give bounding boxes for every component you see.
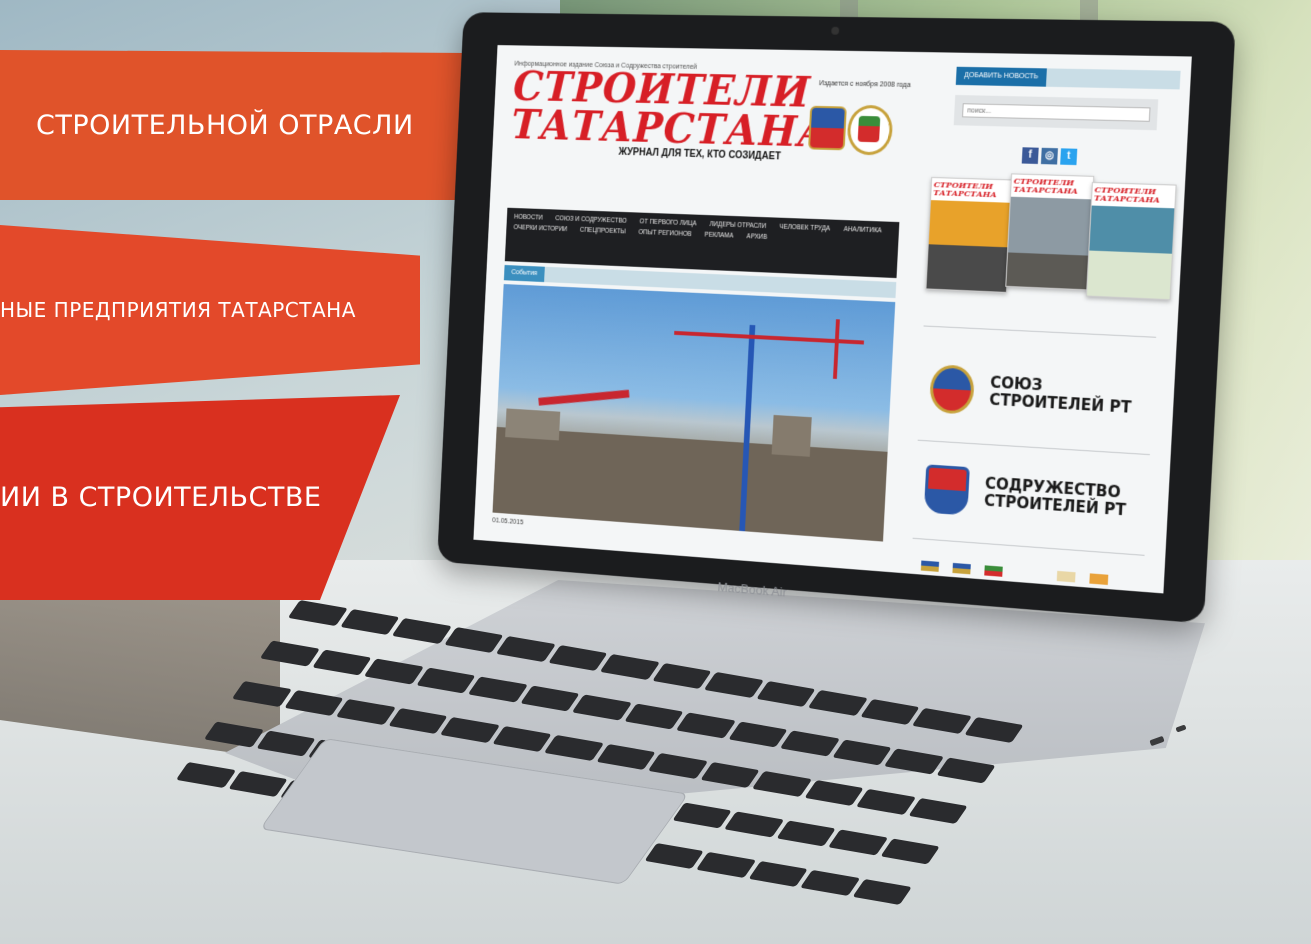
sidebar: Добавить новость f ◎ t СТРОИТЕЛИ ТАТАРСТ… bbox=[911, 66, 1181, 593]
keyboard-key bbox=[255, 730, 316, 757]
keyboard-key bbox=[415, 667, 476, 694]
nav-item-leaders[interactable]: Лидеры отрасли bbox=[709, 221, 766, 230]
nav-item-news[interactable]: Новости bbox=[514, 214, 543, 222]
hero-date: 01.05.2015 bbox=[491, 517, 524, 527]
social-links: f ◎ t bbox=[1021, 147, 1078, 166]
crane-tower bbox=[832, 319, 840, 379]
flag-icon bbox=[1056, 570, 1076, 583]
divider bbox=[912, 537, 1145, 556]
keyboard-key bbox=[831, 739, 892, 766]
building bbox=[505, 408, 561, 441]
keyboard-key bbox=[727, 721, 788, 748]
add-news-bar: Добавить новость bbox=[955, 66, 1181, 90]
nav-item-regions[interactable]: Опыт регионов bbox=[638, 229, 691, 238]
banner-text: ИИ В СТРОИТЕЛЬСТВЕ bbox=[0, 482, 322, 513]
banner-text: СТРОИТЕЛЬНОЙ ОТРАСЛИ bbox=[36, 109, 414, 141]
keyboard-key bbox=[883, 748, 944, 775]
flag-icon bbox=[984, 565, 1003, 577]
nav-item-analytics[interactable]: Аналитика bbox=[843, 226, 881, 234]
partner-name: СОЮЗ СТРОИТЕЛЕЙ РТ bbox=[988, 373, 1132, 417]
search-box bbox=[953, 94, 1159, 131]
camera bbox=[831, 26, 840, 35]
keyboard-key bbox=[699, 761, 760, 788]
partner-union[interactable]: СОЮЗ СТРОИТЕЛЕЙ РТ bbox=[928, 358, 1155, 431]
flag-row bbox=[920, 560, 1109, 585]
nav-item-history[interactable]: Очерки истории bbox=[513, 224, 567, 233]
magazine-cover[interactable]: СТРОИТЕЛИ ТАТАРСТАНА bbox=[1085, 181, 1177, 301]
union-emblem-icon bbox=[928, 364, 976, 415]
hero-image[interactable] bbox=[492, 284, 896, 542]
banner-construction-industry: СТРОИТЕЛЬНОЙ ОТРАСЛИ bbox=[0, 50, 470, 200]
keyboard-key bbox=[647, 752, 708, 779]
facebook-icon[interactable]: f bbox=[1021, 147, 1039, 164]
laptop-screen: Информационное издание Союза и Содружест… bbox=[473, 45, 1192, 594]
building bbox=[492, 426, 888, 542]
nav-item-union[interactable]: Союз и Содружество bbox=[555, 215, 627, 224]
keyboard-key bbox=[543, 734, 604, 761]
keyboard-key bbox=[335, 698, 396, 725]
union-shield-icon bbox=[808, 105, 847, 151]
keyboard-key bbox=[595, 743, 656, 770]
keyboard-key bbox=[803, 779, 864, 806]
laptop-lid: Информационное издание Союза и Содружест… bbox=[437, 12, 1236, 624]
keyboard-key bbox=[751, 770, 812, 797]
nav-item-ads[interactable]: Реклама bbox=[704, 232, 733, 240]
magazine-covers: СТРОИТЕЛИ ТАТАРСТАНА СТРОИТЕЛИ ТАТАРСТАН… bbox=[925, 173, 1177, 308]
keyboard-key bbox=[519, 685, 580, 712]
keyboard-key bbox=[363, 658, 424, 685]
nav-item-first-person[interactable]: От первого лица bbox=[639, 218, 696, 227]
tab-events[interactable]: События bbox=[503, 264, 545, 283]
instagram-icon[interactable]: ◎ bbox=[1040, 147, 1058, 165]
keyboard-key bbox=[571, 694, 632, 721]
keyboard-key bbox=[203, 721, 264, 748]
keyboard-key bbox=[311, 649, 372, 676]
magazine-cover[interactable]: СТРОИТЕЛИ ТАТАРСТАНА bbox=[925, 176, 1013, 293]
keyboard-key bbox=[439, 716, 500, 743]
keyboard-key bbox=[671, 802, 732, 829]
keyboard-key bbox=[775, 820, 836, 847]
partner-commonwealth[interactable]: СОДРУЖЕСТВО СТРОИТЕЛЕЙ РТ bbox=[923, 458, 1149, 534]
keyboard-key bbox=[491, 725, 552, 752]
keyboard-key bbox=[855, 788, 916, 815]
keyboard-key bbox=[227, 770, 288, 797]
nav-item-archive[interactable]: Архив bbox=[746, 233, 767, 241]
divider bbox=[923, 325, 1157, 338]
partner-name: СОДРУЖЕСТВО СТРОИТЕЛЕЙ РТ bbox=[983, 474, 1127, 520]
flag-icon bbox=[952, 562, 971, 575]
keyboard-key bbox=[723, 811, 784, 838]
keyboard-key bbox=[748, 860, 808, 887]
search-input[interactable] bbox=[962, 103, 1151, 122]
concrete-pump-boom bbox=[538, 389, 630, 406]
keyboard-key bbox=[283, 689, 344, 716]
magazine-title: СТРОИТЕЛИ ТАТАРСТАНА bbox=[1011, 174, 1094, 198]
flag-icon bbox=[920, 560, 940, 572]
keyboard-key bbox=[696, 851, 756, 878]
magazine-title: СТРОИТЕЛИ ТАТАРСТАНА bbox=[1091, 183, 1176, 207]
banner-enterprises: НЫЕ ПРЕДПРИЯТИЯ ТАТАРСТАНА bbox=[0, 225, 420, 395]
banner-text: НЫЕ ПРЕДПРИЯТИЯ ТАТАРСТАНА bbox=[0, 298, 356, 322]
keyboard-key bbox=[623, 703, 684, 730]
twitter-icon[interactable]: t bbox=[1060, 148, 1078, 166]
keyboard-key bbox=[175, 761, 236, 788]
keyboard-key bbox=[259, 640, 320, 667]
nav-item-special[interactable]: Спецпроекты bbox=[580, 227, 626, 236]
magazine-cover[interactable]: СТРОИТЕЛИ ТАТАРСТАНА bbox=[1005, 173, 1095, 291]
divider bbox=[917, 439, 1150, 456]
keyboard-key bbox=[231, 680, 292, 707]
keyboard-key bbox=[675, 712, 736, 739]
flag-icon bbox=[1089, 573, 1109, 585]
building bbox=[771, 414, 812, 457]
keyboard-key bbox=[387, 707, 448, 734]
keyboard-key bbox=[828, 829, 888, 856]
keyboard-key bbox=[779, 730, 840, 757]
site-header: Информационное издание Союза и Содружест… bbox=[507, 61, 917, 224]
keyboard-key bbox=[644, 842, 704, 869]
add-news-button[interactable]: Добавить новость bbox=[955, 66, 1047, 87]
commonwealth-shield-icon bbox=[923, 464, 970, 516]
magazine-title: СТРОИТЕЛИ ТАТАРСТАНА bbox=[931, 177, 1012, 201]
nav-item-worker[interactable]: Человек труда bbox=[779, 224, 830, 233]
keyboard-key bbox=[467, 676, 528, 703]
keyboard-key bbox=[800, 869, 860, 896]
